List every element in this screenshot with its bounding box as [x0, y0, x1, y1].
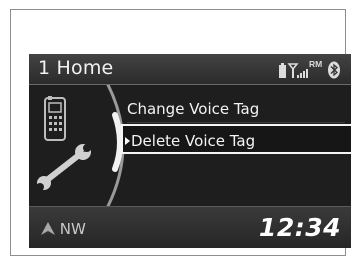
signal-strength-icon — [287, 63, 308, 78]
compass-arrow-icon — [41, 222, 55, 235]
footer-bar: NW 12:34 — [29, 206, 351, 248]
scroll-position-indicator — [112, 112, 123, 172]
header-bar: 1 Home RM — [29, 54, 351, 85]
wrench-icon — [36, 142, 93, 191]
menu-item-change-voice-tag[interactable]: Change Voice Tag — [127, 97, 259, 121]
roaming-indicator: RM — [309, 59, 322, 69]
menu-item-label: Delete Voice Tag — [131, 132, 256, 150]
menu-area: Change Voice Tag Delete Voice Tag — [29, 85, 351, 206]
menu-divider — [127, 122, 345, 123]
display-screen: 1 Home RM Change Voice Tag Delete Voice … — [29, 54, 351, 248]
compass: NW — [41, 220, 86, 238]
battery-icon — [279, 63, 286, 78]
status-area: RM — [278, 58, 344, 80]
menu-item-delete-voice-tag[interactable]: Delete Voice Tag — [121, 124, 351, 154]
side-panel-graphic — [36, 85, 125, 206]
compass-heading: NW — [59, 220, 86, 238]
bluetooth-icon — [328, 61, 340, 79]
page-title: 1 Home — [38, 57, 114, 79]
phone-icon — [44, 96, 66, 141]
clock: 12:34 — [258, 213, 341, 242]
selection-arrow-icon — [125, 137, 130, 145]
figure-frame: 1 Home RM Change Voice Tag Delete Voice … — [10, 9, 351, 256]
